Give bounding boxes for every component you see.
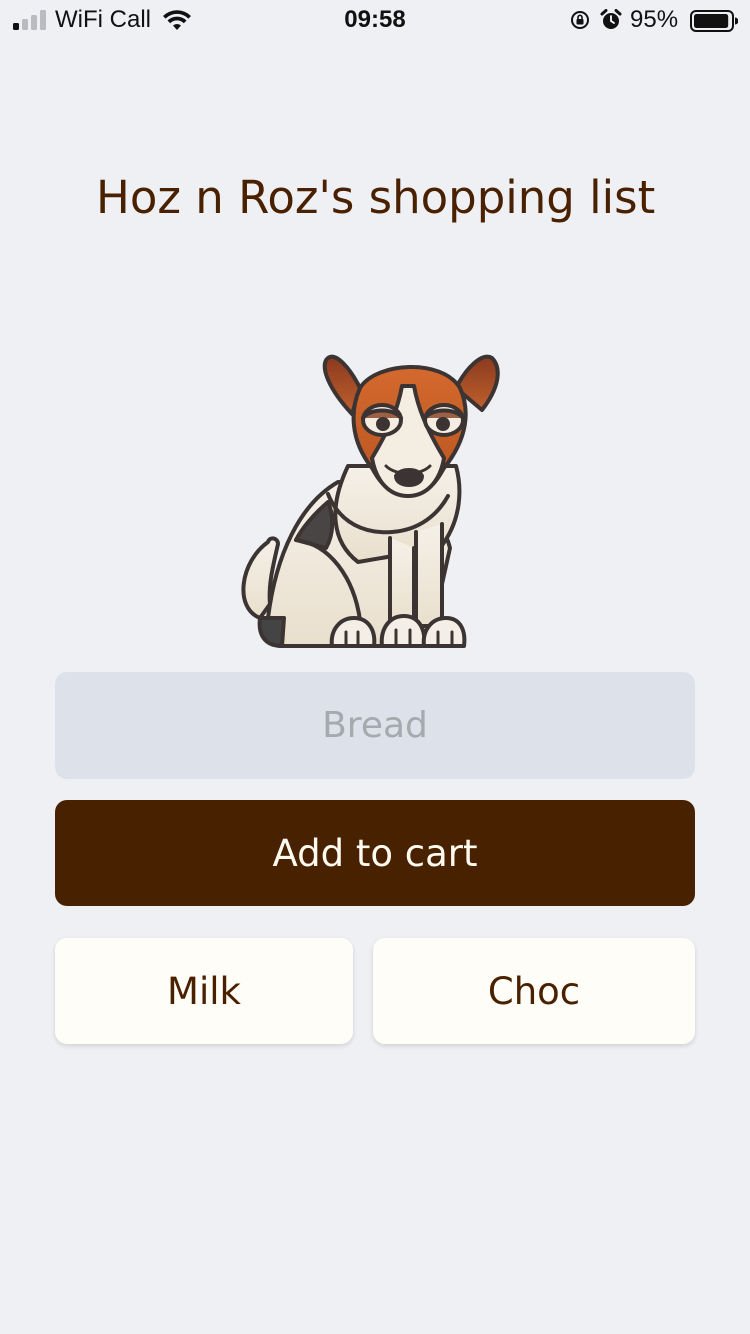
item-input[interactable] [55, 672, 695, 779]
status-bar: WiFi Call 09:58 95% [0, 0, 750, 40]
orientation-lock-icon [571, 11, 589, 29]
add-to-cart-button[interactable]: Add to cart [55, 800, 695, 906]
battery-percentage: 95% [630, 6, 679, 33]
battery-icon [690, 10, 738, 32]
dog-illustration [241, 354, 500, 648]
cart-item-milk[interactable]: Milk [55, 938, 353, 1044]
cart-item-choc[interactable]: Choc [373, 938, 695, 1044]
alarm-clock-icon [600, 9, 622, 29]
page-title: Hoz n Roz's shopping list [96, 171, 656, 224]
